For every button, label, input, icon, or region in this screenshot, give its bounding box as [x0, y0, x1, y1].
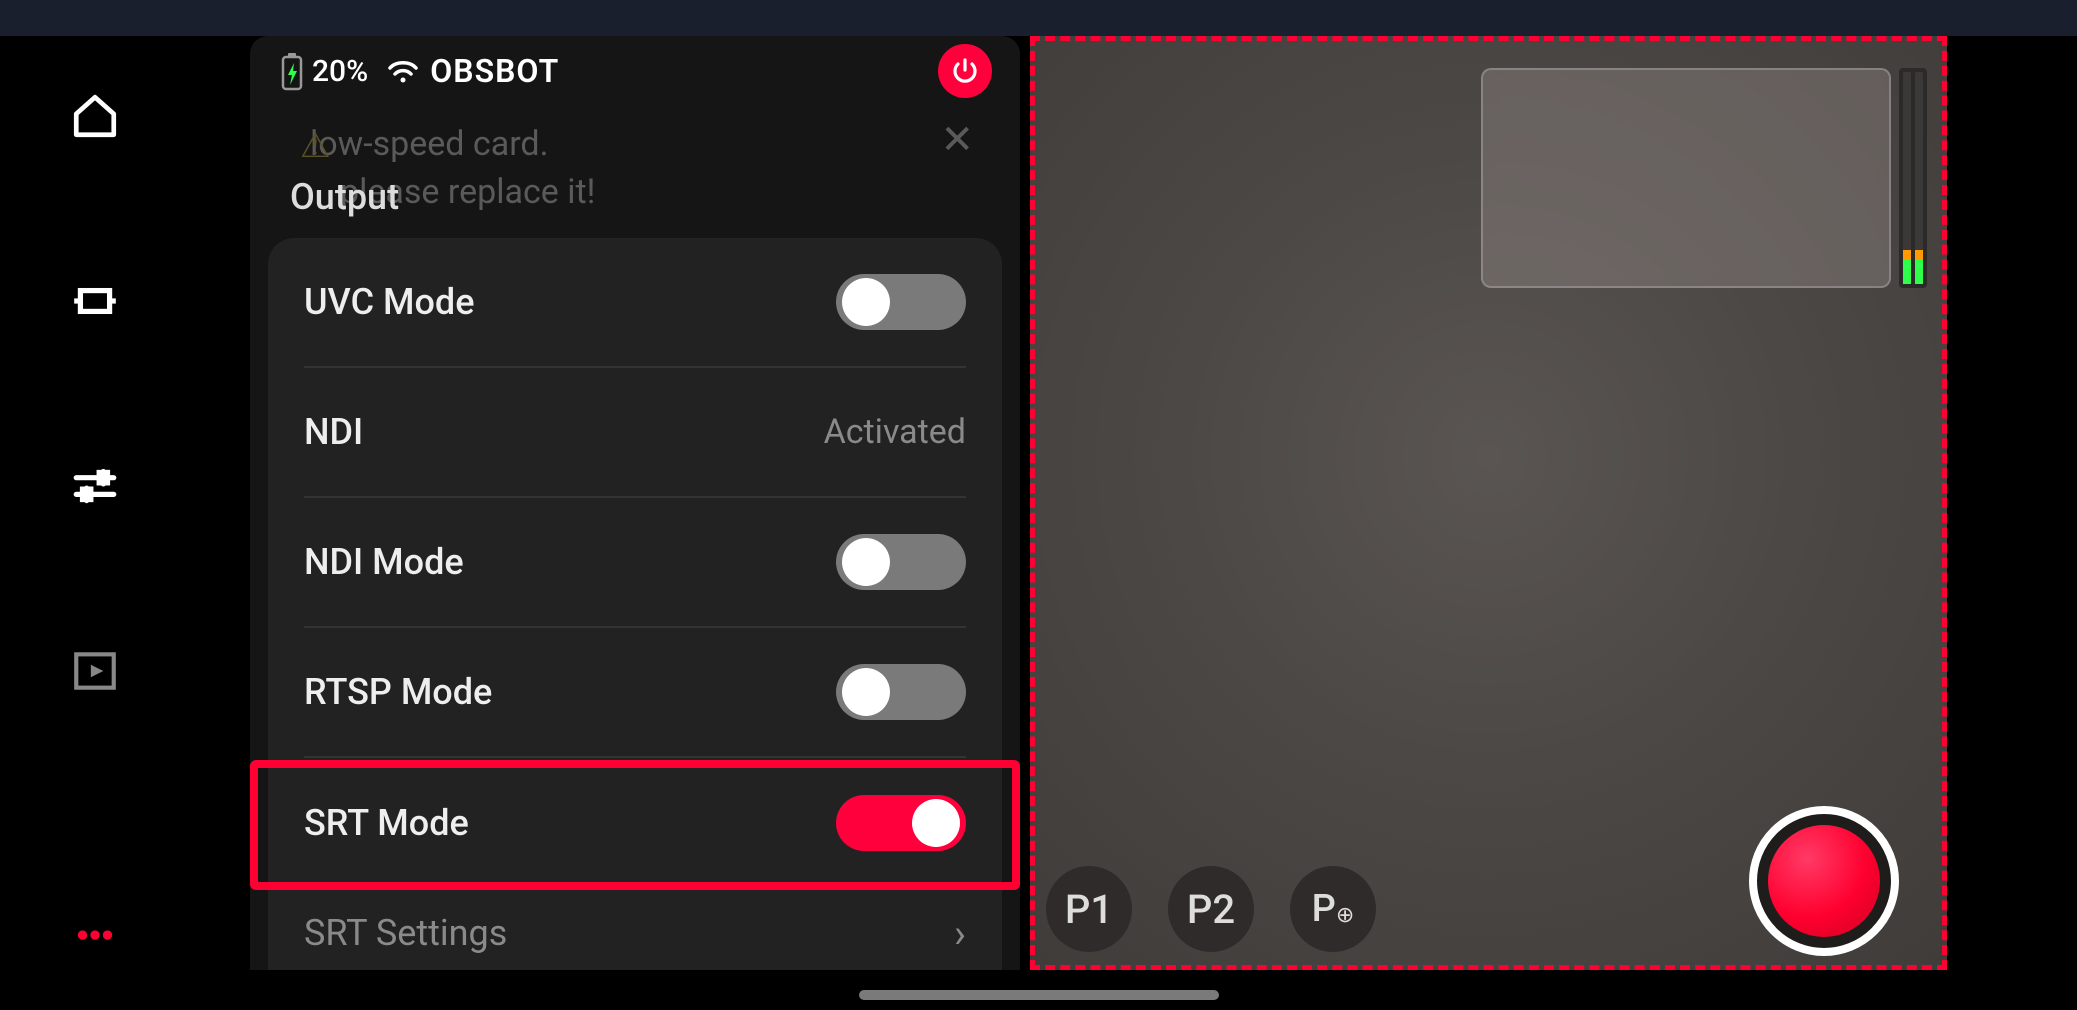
srt-settings-label: SRT Settings	[304, 912, 507, 954]
uvc-mode-toggle[interactable]	[836, 274, 966, 330]
rtsp-mode-label: RTSP Mode	[304, 671, 492, 713]
wifi-ssid: OBSBOT	[430, 52, 559, 90]
battery-indicator: 20%	[278, 51, 386, 91]
ndi-label: NDI	[304, 411, 363, 453]
chevron-right-icon: ›	[954, 910, 966, 957]
audio-level-meter	[1899, 68, 1927, 288]
play-in-box-icon[interactable]	[60, 636, 130, 706]
section-title-output: Output	[290, 176, 399, 218]
more-icon[interactable]	[60, 900, 130, 970]
output-settings-panel: 20% OBSBOT ⚠ low-speed card. please repl…	[250, 36, 1020, 970]
sliders-icon[interactable]	[60, 451, 130, 521]
row-rtsp-mode: RTSP Mode	[304, 628, 966, 758]
record-button[interactable]	[1749, 806, 1899, 956]
warning-icon: ⚠	[300, 122, 330, 170]
ndi-mode-toggle[interactable]	[836, 534, 966, 590]
home-indicator[interactable]	[859, 990, 1219, 1000]
preset-add-button[interactable]: P⊕	[1290, 866, 1376, 952]
preset-row: P1 P2 P⊕	[1046, 866, 1376, 952]
panel-header: 20% OBSBOT	[250, 36, 1020, 106]
preset-p1-button[interactable]: P1	[1046, 866, 1132, 952]
home-icon[interactable]	[60, 81, 130, 151]
preset-p2-button[interactable]: P2	[1168, 866, 1254, 952]
picture-in-picture-thumbnail[interactable]	[1481, 68, 1891, 288]
rtsp-mode-toggle[interactable]	[836, 664, 966, 720]
record-button-inner	[1768, 825, 1880, 937]
row-uvc-mode: UVC Mode	[304, 238, 966, 368]
aspect-ratio-icon[interactable]	[60, 266, 130, 336]
warning-line1: low-speed card.	[310, 124, 549, 164]
row-ndi-mode: NDI Mode	[304, 498, 966, 628]
close-icon[interactable]: ✕	[940, 116, 974, 164]
row-srt-settings[interactable]: SRT Settings ›	[304, 888, 966, 968]
status-bar-backdrop	[0, 0, 2077, 36]
srt-mode-toggle[interactable]	[836, 795, 966, 851]
sidebar	[0, 36, 190, 1010]
row-srt-mode: SRT Mode	[304, 758, 966, 888]
sd-card-warning: ⚠ low-speed card. please replace it! ✕	[250, 106, 1020, 244]
wifi-icon	[386, 54, 420, 88]
uvc-mode-label: UVC Mode	[304, 281, 475, 323]
battery-percent: 20%	[312, 54, 368, 89]
srt-mode-label: SRT Mode	[304, 802, 469, 844]
right-letterbox	[1947, 36, 2077, 970]
ndi-status-value: Activated	[824, 412, 966, 452]
output-card: UVC Mode NDI Activated NDI Mode RTSP Mod…	[268, 238, 1002, 970]
ndi-mode-label: NDI Mode	[304, 541, 464, 583]
row-ndi[interactable]: NDI Activated	[304, 368, 966, 498]
plus-subscript-icon: ⊕	[1336, 903, 1354, 928]
power-button[interactable]	[938, 44, 992, 98]
